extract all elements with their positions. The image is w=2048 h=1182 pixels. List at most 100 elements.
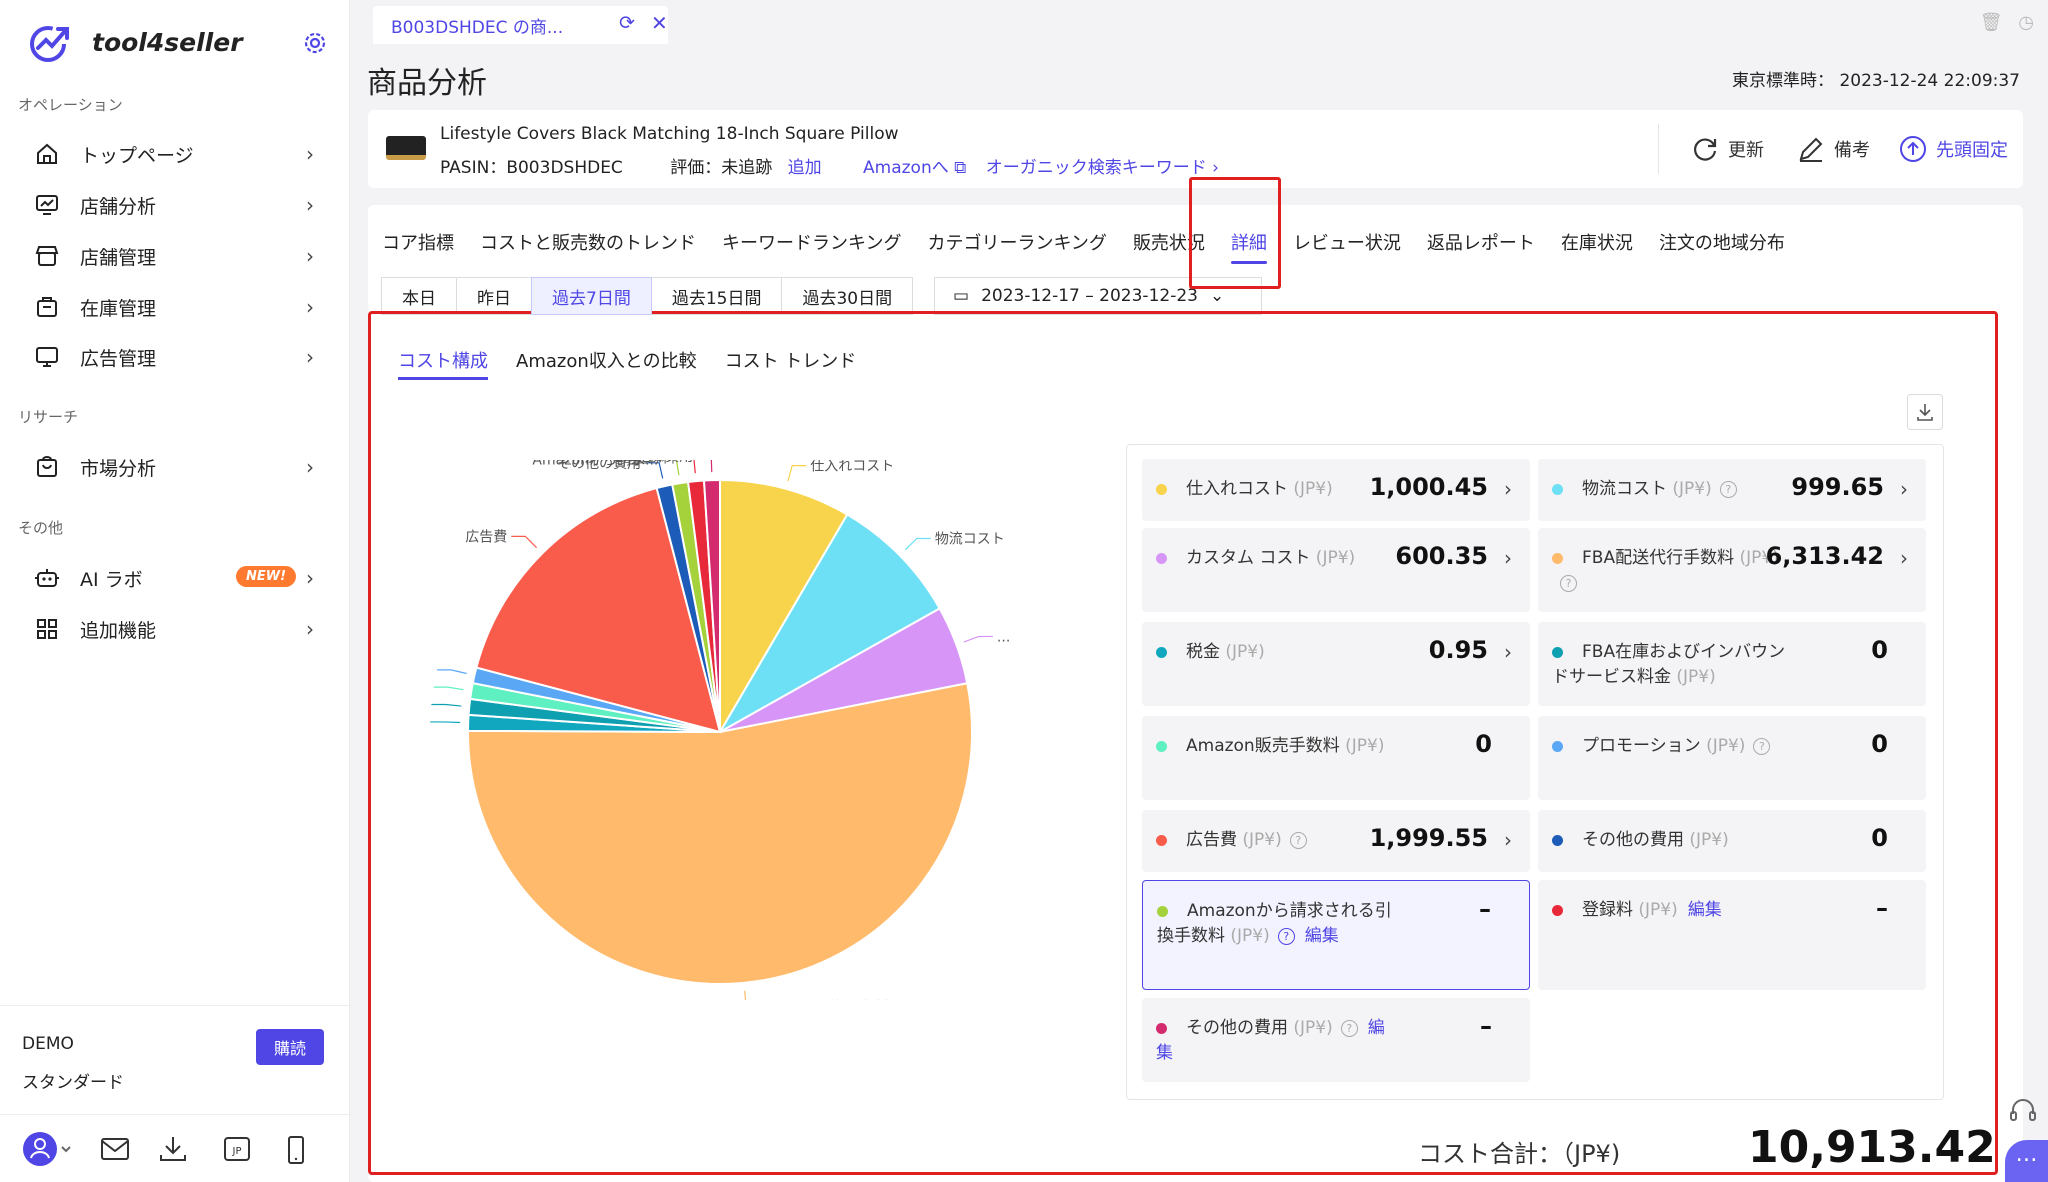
sidebar-item-extensions[interactable]: 追加機能 › bbox=[32, 609, 322, 649]
refresh-label: 更新 bbox=[1728, 140, 1764, 161]
cost-label: 税金 (JP¥) bbox=[1156, 640, 1396, 665]
tab-order-regions[interactable]: 注文の地域分布 bbox=[1659, 229, 1785, 269]
cost-name: 仕入れコスト bbox=[1186, 479, 1288, 499]
reload-icon[interactable]: ⟳ bbox=[619, 12, 635, 34]
edit-link[interactable]: 編集 bbox=[1688, 900, 1722, 920]
tab-inventory[interactable]: 在庫状況 bbox=[1561, 229, 1633, 269]
sidebar-item-label: AI ラボ bbox=[80, 568, 143, 591]
external-link-icon[interactable]: ⧉ bbox=[954, 158, 966, 178]
chevron-right-icon: › bbox=[306, 617, 314, 641]
tab-core-metrics[interactable]: コア指標 bbox=[382, 229, 454, 269]
add-rating-link[interactable]: 追加 bbox=[788, 158, 822, 178]
download-icon[interactable] bbox=[158, 1135, 188, 1167]
robot-icon bbox=[32, 563, 62, 593]
cost-label: 登録料 (JP¥) 編集 bbox=[1552, 898, 1792, 923]
jp-icon[interactable]: JP bbox=[222, 1135, 252, 1167]
history-icon[interactable]: ◷ bbox=[2018, 12, 2034, 33]
logo-icon bbox=[30, 26, 69, 62]
download-button[interactable] bbox=[1907, 394, 1943, 430]
cost-card[interactable]: 物流コスト (JP¥)? 999.65 › bbox=[1538, 459, 1926, 521]
sidebar-item-inventory[interactable]: 在庫管理 › bbox=[32, 287, 322, 327]
range-30-days[interactable]: 過去30日間 bbox=[781, 277, 914, 315]
sidebar-item-ads[interactable]: 広告管理 › bbox=[32, 337, 322, 377]
cost-value: 0 bbox=[1871, 824, 1888, 852]
date-range-buttons: 本日 昨日 過去7日間 過去15日間 過去30日間 bbox=[381, 277, 914, 315]
cost-subtabs: コスト構成 Amazon収入との比較 コスト トレンド bbox=[398, 347, 884, 380]
tab-cost-sales-trend[interactable]: コストと販売数のトレンド bbox=[480, 229, 696, 269]
tab-bar: B003DSHDEC の商... ⟳ ✕ 🗑 ◷ bbox=[350, 0, 2048, 46]
cost-label: 物流コスト (JP¥)? bbox=[1552, 477, 1792, 502]
product-thumbnail bbox=[386, 136, 426, 160]
help-icon[interactable]: ? bbox=[1289, 831, 1307, 849]
cost-card[interactable]: 広告費 (JP¥)? 1,999.55 › bbox=[1142, 810, 1530, 872]
cost-label: 仕入れコスト (JP¥) bbox=[1156, 477, 1396, 502]
pie-label-line bbox=[511, 535, 538, 549]
section-label-research: リサーチ bbox=[18, 408, 79, 426]
chevron-right-icon: › bbox=[306, 142, 314, 166]
cost-unit: (JP¥) bbox=[1288, 479, 1333, 499]
sidebar-item-market[interactable]: 市場分析 › bbox=[32, 447, 322, 487]
close-icon[interactable]: ✕ bbox=[651, 11, 668, 35]
chevron-right-icon: › bbox=[1900, 546, 1908, 570]
subtab-cost-structure[interactable]: コスト構成 bbox=[398, 347, 488, 380]
sidebar-item-top[interactable]: トップページ › bbox=[32, 134, 322, 174]
range-today[interactable]: 本日 bbox=[381, 277, 457, 315]
document-tab[interactable]: B003DSHDEC の商... ⟳ ✕ bbox=[373, 6, 668, 44]
logo[interactable]: tool4seller bbox=[28, 20, 243, 64]
refresh-button[interactable]: 更新 bbox=[1690, 134, 1764, 164]
tab-category-ranking[interactable]: カテゴリーランキング bbox=[927, 229, 1106, 269]
account-name: DEMO bbox=[22, 1034, 74, 1054]
gear-icon[interactable] bbox=[300, 28, 330, 58]
sidebar-item-label: 店舗管理 bbox=[80, 246, 157, 269]
cost-card: 登録料 (JP¥) 編集 – bbox=[1538, 880, 1926, 990]
cost-name: Amazon販売手数料 bbox=[1186, 736, 1340, 756]
cost-unit: (JP¥) bbox=[1633, 900, 1678, 920]
cost-card[interactable]: カスタム コスト (JP¥) 600.35 › bbox=[1142, 528, 1530, 612]
edit-link[interactable]: 編集 bbox=[1305, 926, 1339, 946]
help-icon[interactable]: ? bbox=[1277, 927, 1295, 945]
tab-keyword-ranking[interactable]: キーワードランキング bbox=[722, 229, 901, 269]
cost-unit: (JP¥) bbox=[1700, 736, 1746, 756]
subtab-amazon-income[interactable]: Amazon収入との比較 bbox=[516, 347, 697, 373]
range-yesterday[interactable]: 昨日 bbox=[456, 277, 532, 315]
sidebar-item-store-analysis[interactable]: 店舗分析 › bbox=[32, 185, 322, 225]
sidebar-item-ai-lab[interactable]: AI ラボ NEW! › bbox=[32, 558, 322, 598]
pin-button[interactable]: 先頭固定 bbox=[1898, 134, 2008, 164]
tab-reviews[interactable]: レビュー状況 bbox=[1293, 229, 1401, 269]
app-name: tool4seller bbox=[92, 27, 243, 57]
cost-card[interactable]: 仕入れコスト (JP¥) 1,000.45 › bbox=[1142, 459, 1530, 521]
cost-card[interactable]: FBA配送代行手数料 (JP¥)? 6,313.42 › bbox=[1538, 528, 1926, 612]
headset-icon[interactable] bbox=[2008, 1096, 2038, 1126]
mobile-icon[interactable] bbox=[283, 1135, 309, 1169]
cost-value: 600.35 bbox=[1395, 542, 1488, 570]
chat-icon[interactable]: … bbox=[2005, 1140, 2048, 1182]
subscribe-button[interactable]: 購読 bbox=[256, 1029, 324, 1065]
trash-icon[interactable]: 🗑 bbox=[1980, 12, 2003, 33]
chevron-right-icon: › bbox=[306, 193, 314, 217]
subtab-cost-trend[interactable]: コスト トレンド bbox=[725, 347, 857, 373]
cost-card[interactable]: 税金 (JP¥) 0.95 › bbox=[1142, 622, 1530, 706]
amazon-link[interactable]: Amazonへ bbox=[863, 158, 949, 178]
help-icon[interactable]: ? bbox=[1560, 574, 1577, 592]
store-analysis-icon bbox=[32, 190, 62, 220]
tab-returns[interactable]: 返品レポート bbox=[1427, 229, 1535, 269]
user-icon[interactable] bbox=[22, 1131, 82, 1171]
sidebar-item-store-management[interactable]: 店舗管理 › bbox=[32, 236, 322, 276]
mail-icon[interactable] bbox=[100, 1135, 130, 1167]
help-icon[interactable]: ? bbox=[1753, 737, 1771, 755]
cost-unit: (JP¥) bbox=[1310, 548, 1356, 568]
cost-label: Amazon販売手数料 (JP¥) bbox=[1156, 734, 1396, 759]
pasin-value: B003DSHDEC bbox=[506, 158, 623, 178]
range-15-days[interactable]: 過去15日間 bbox=[650, 277, 783, 315]
product-title: Lifestyle Covers Black Matching 18-Inch … bbox=[440, 124, 899, 144]
help-icon[interactable]: ? bbox=[1719, 480, 1737, 498]
grid-icon bbox=[32, 614, 62, 644]
annotation-box-tab bbox=[1189, 177, 1281, 289]
note-button[interactable]: 備考 bbox=[1796, 134, 1870, 164]
help-icon[interactable]: ? bbox=[1340, 1019, 1358, 1037]
pasin-label: PASIN： bbox=[440, 158, 507, 178]
clock-value: 2023-12-24 22:09:37 bbox=[1839, 71, 2020, 91]
chevron-right-icon: › bbox=[306, 455, 314, 479]
organic-keyword-link[interactable]: オーガニック検索キーワード bbox=[986, 158, 1207, 178]
range-7-days[interactable]: 過去7日間 bbox=[531, 277, 652, 315]
